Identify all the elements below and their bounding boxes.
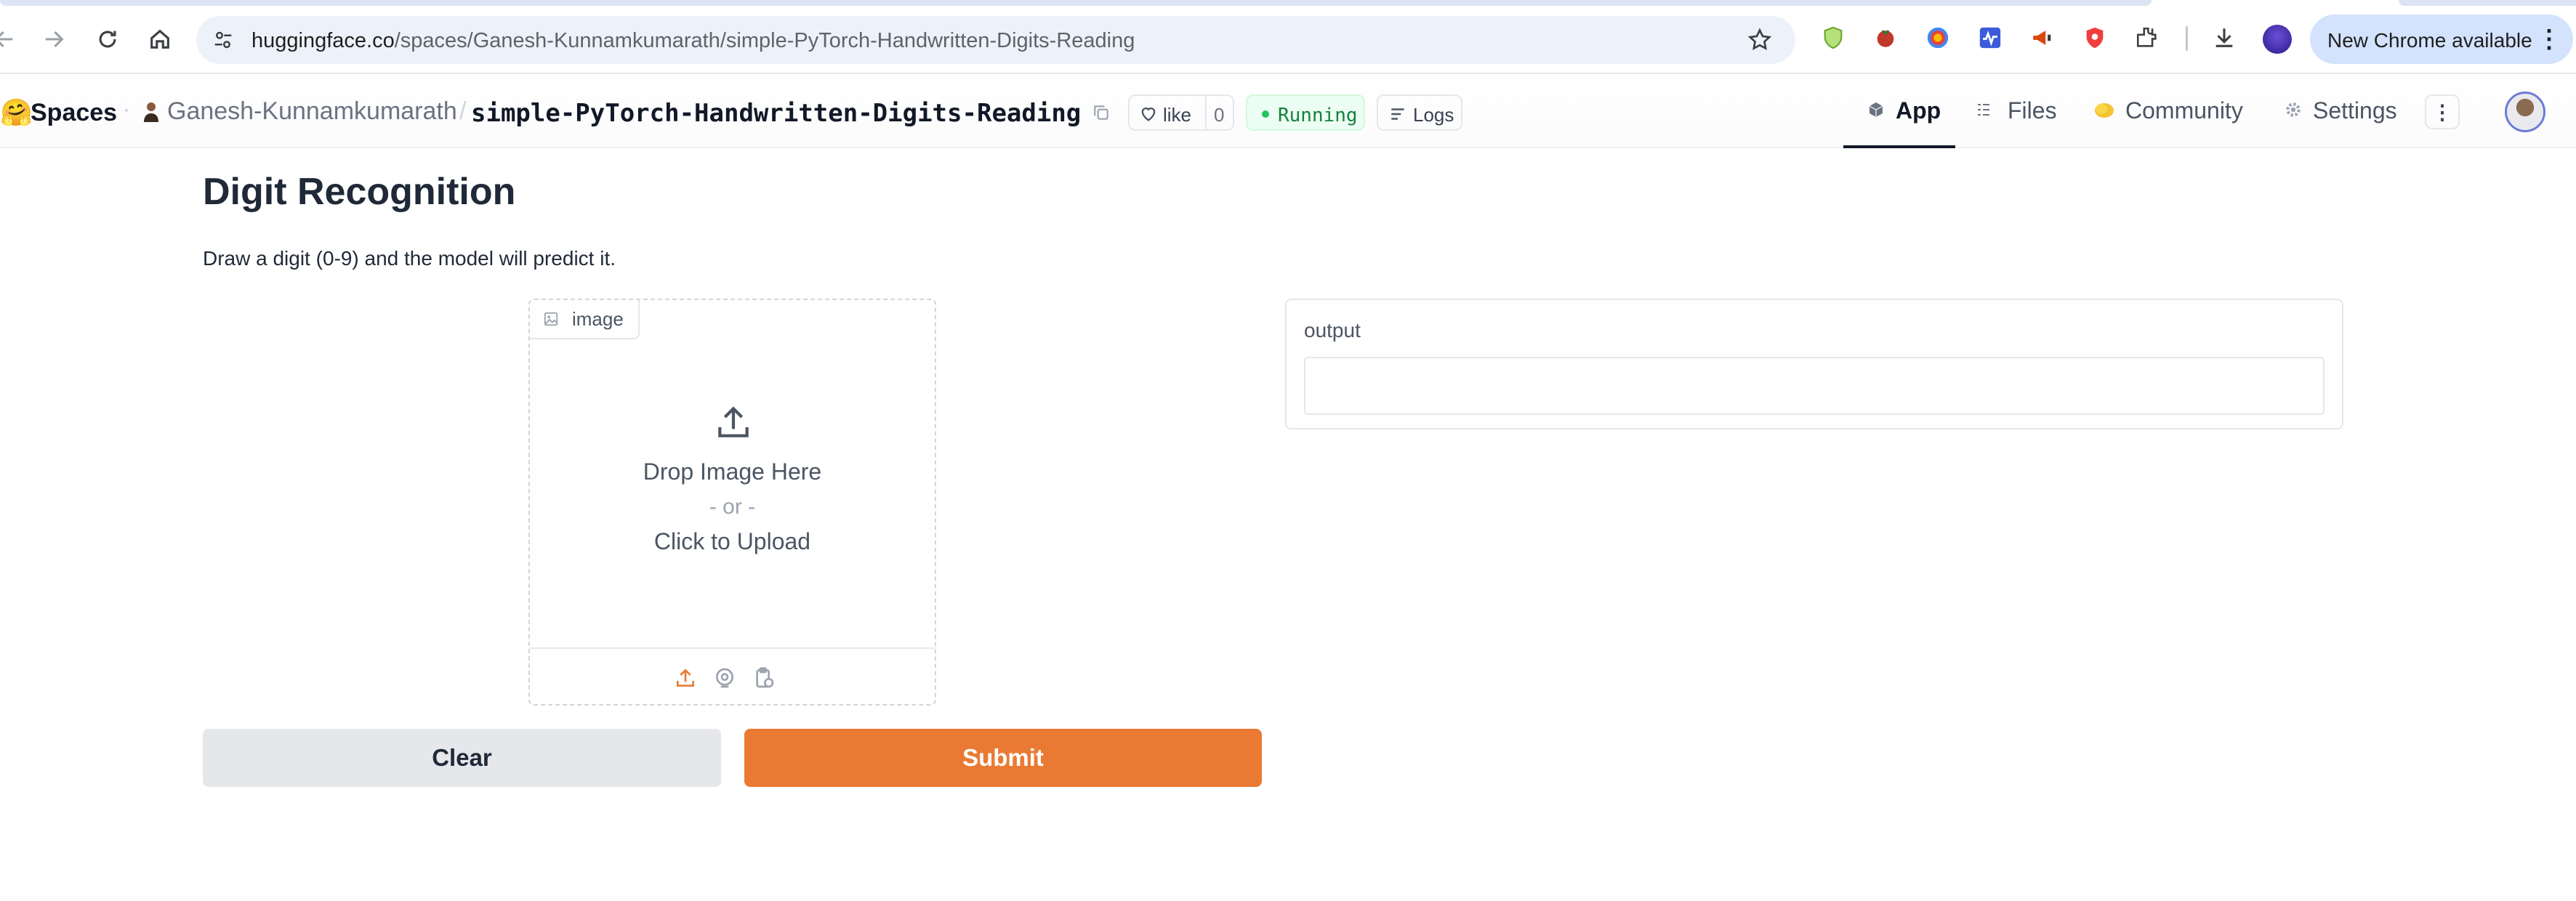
tab-settings[interactable]: Settings: [2282, 76, 2409, 148]
heart-icon: [1138, 103, 1159, 124]
site-settings-icon[interactable]: [209, 26, 237, 54]
tab-community[interactable]: Community: [2093, 76, 2261, 148]
output-textbox[interactable]: [1304, 357, 2325, 415]
like-label: like: [1163, 104, 1192, 126]
browser-toolbar: huggingface.co/spaces/Ganesh-Kunnamkumar…: [0, 0, 2576, 74]
files-icon: [1973, 99, 1995, 121]
like-count[interactable]: 0: [1214, 104, 1224, 126]
image-input-label: image: [572, 307, 624, 330]
like-button[interactable]: like 0: [1128, 94, 1234, 131]
clipboard-source-icon[interactable]: [751, 665, 777, 691]
community-icon: [2093, 99, 2115, 121]
page-description: Draw a digit (0-9) and the model will pr…: [203, 247, 616, 270]
chrome-profile-avatar[interactable]: [2263, 25, 2292, 54]
path-slash: /: [459, 97, 467, 125]
output-label: output: [1304, 319, 1361, 342]
cube-icon: [1865, 99, 1887, 121]
url-path: /spaces/Ganesh-Kunnamkumarath/simple-PyT…: [394, 29, 1135, 52]
owner-avatar-icon: [142, 100, 160, 122]
extensions-icon[interactable]: [2133, 23, 2162, 52]
more-options-icon[interactable]: ⋮: [2425, 94, 2460, 129]
drop-image-text: Drop Image Here: [643, 458, 822, 485]
gear-icon: [2282, 99, 2304, 121]
extension-color-icon[interactable]: [1923, 23, 1952, 52]
reload-icon[interactable]: [89, 20, 126, 58]
space-owner-link[interactable]: Ganesh-Kunnamkumarath: [167, 97, 457, 126]
extension-pulse-icon[interactable]: [1976, 23, 2005, 52]
like-divider: [1205, 96, 1207, 129]
image-upload-dropzone[interactable]: image Drop Image Here - or - Click to Up…: [528, 299, 936, 706]
chrome-update-label: New Chrome available: [2327, 29, 2532, 52]
downloads-icon[interactable]: [2210, 23, 2239, 52]
tab-app[interactable]: App: [1843, 76, 1955, 148]
logs-icon: [1388, 105, 1407, 124]
webcam-source-icon[interactable]: [712, 665, 738, 691]
home-icon[interactable]: [141, 20, 179, 58]
bookmark-star-icon[interactable]: [1744, 25, 1775, 55]
click-to-upload-text[interactable]: Click to Upload: [530, 528, 935, 555]
extension-tomato-icon[interactable]: [1871, 23, 1900, 52]
status-dot: [1262, 110, 1269, 118]
tab-files-label: Files: [2008, 97, 2057, 124]
upload-icon: [713, 402, 754, 443]
chrome-update-button[interactable]: New Chrome available ⋮: [2310, 15, 2573, 64]
spaces-link[interactable]: Spaces: [31, 99, 117, 127]
upload-source-icon[interactable]: [672, 665, 699, 691]
status-label: Running: [1278, 105, 1358, 126]
tab-files[interactable]: Files: [1973, 76, 2074, 148]
tab-strip: [0, 0, 2152, 6]
image-input-label-chip: image: [530, 300, 640, 339]
separator-dot: [125, 109, 128, 112]
extension-guard-icon[interactable]: [2080, 23, 2109, 52]
space-repo-link[interactable]: simple-PyTorch-Handwritten-Digits-Readin…: [471, 99, 1081, 128]
status-badge[interactable]: Running: [1246, 94, 1365, 131]
toolbar-divider: [2186, 26, 2188, 51]
extension-shield-icon[interactable]: [1819, 23, 1848, 52]
url-text: huggingface.co/spaces/Ganesh-Kunnamkumar…: [251, 29, 1135, 53]
url-host: huggingface.co: [251, 29, 395, 52]
page-title: Digit Recognition: [203, 171, 516, 213]
tab-settings-label: Settings: [2313, 97, 2397, 124]
clear-button[interactable]: Clear: [203, 729, 721, 787]
tab-strip-right: [2399, 0, 2576, 6]
tab-community-label: Community: [2125, 97, 2243, 124]
user-avatar[interactable]: [2505, 92, 2545, 132]
image-icon: [543, 311, 559, 327]
logs-label: Logs: [1413, 104, 1454, 126]
extension-megaphone-icon[interactable]: [2028, 23, 2057, 52]
space-header: 🤗 Spaces Ganesh-Kunnamkumarath / simple-…: [0, 76, 2576, 148]
menu-icon[interactable]: ⋮: [2537, 25, 2561, 54]
submit-button[interactable]: Submit: [744, 729, 1262, 787]
tab-app-label: App: [1896, 97, 1941, 124]
output-panel: output: [1285, 299, 2343, 429]
huggingface-logo-icon[interactable]: 🤗: [0, 97, 33, 128]
address-bar[interactable]: huggingface.co/spaces/Ganesh-Kunnamkumar…: [196, 16, 1795, 64]
or-text: - or -: [709, 495, 756, 519]
image-source-bar: [530, 647, 935, 706]
back-icon[interactable]: [0, 20, 23, 58]
logs-button[interactable]: Logs: [1377, 94, 1462, 131]
copy-icon[interactable]: [1092, 103, 1112, 124]
forward-icon[interactable]: [35, 20, 73, 58]
